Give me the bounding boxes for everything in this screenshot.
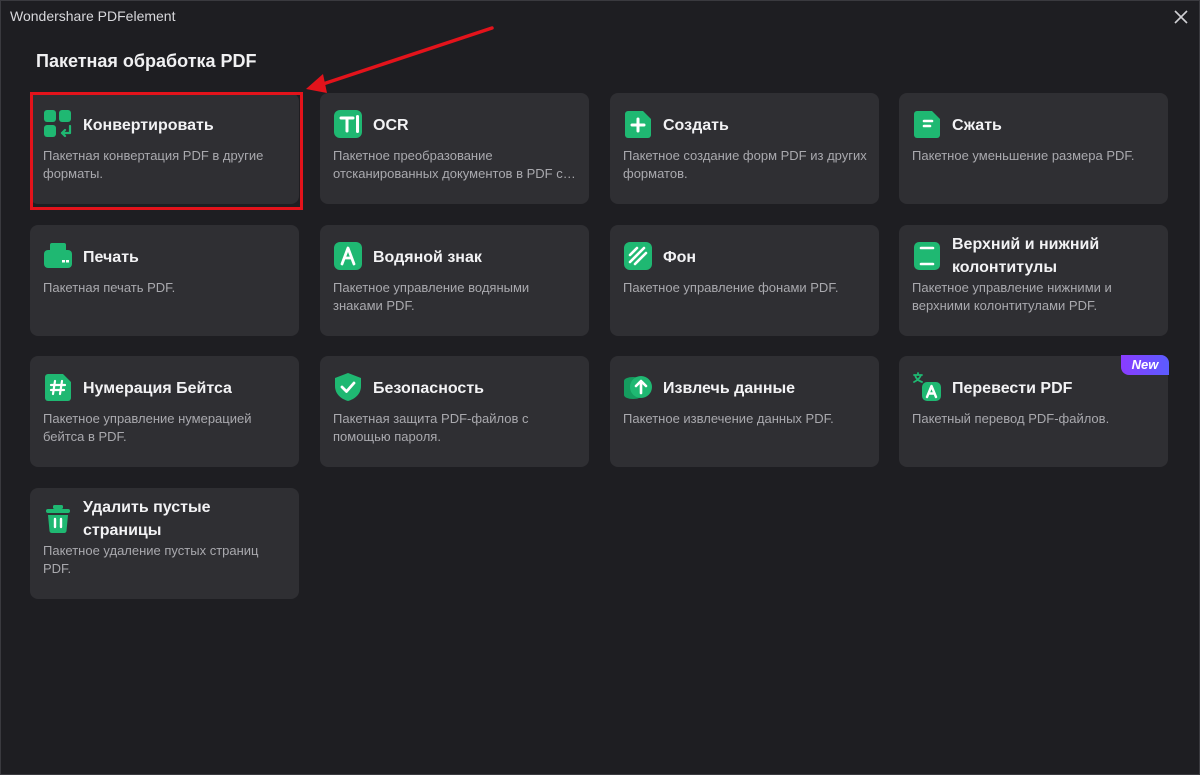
card-security[interactable]: Безопасность Пакетная защита PDF-файлов … — [320, 356, 589, 467]
security-shield-icon — [333, 372, 363, 402]
card-title: Создать — [663, 117, 729, 134]
page-title: Пакетная обработка PDF — [36, 51, 257, 71]
card-header-footer[interactable]: Верхний и нижний колонтитулы Пакетное уп… — [899, 225, 1168, 336]
background-icon — [623, 241, 653, 271]
card-description: Пакетная печать PDF. — [43, 280, 176, 295]
card-title: Перевести PDF — [952, 380, 1073, 397]
card-description: Пакетное преобразование отсканированных … — [333, 148, 563, 181]
card-title: Конвертировать — [83, 117, 214, 134]
card-description: Пакетное управление нижними и верхними к… — [912, 280, 1112, 313]
extract-data-icon — [623, 372, 653, 402]
card-description: Пакетное уменьшение размера PDF. — [912, 148, 1135, 163]
card-title: Водяной знак — [373, 249, 482, 266]
card-title: Печать — [83, 249, 139, 266]
card-title: Удалить пустые страницы — [83, 499, 211, 539]
card-title: Извлечь данные — [663, 380, 796, 397]
card-watermark[interactable]: Водяной знак Пакетное управление водяным… — [320, 225, 589, 336]
card-description: Пакетное управление водяными знаками PDF… — [333, 280, 530, 313]
translate-icon — [912, 372, 942, 402]
batch-process-window: Wondershare PDFelement Пакетная обработк… — [0, 0, 1200, 775]
bates-number-icon — [43, 372, 73, 402]
card-description: Пакетное управление нумерацией бейтса в … — [43, 411, 252, 444]
card-title: Нумерация Бейтса — [83, 380, 232, 397]
card-ocr[interactable]: OCR Пакетное преобразование отсканирован… — [320, 93, 589, 204]
card-convert[interactable]: Конвертировать Пакетная конвертация PDF … — [30, 93, 299, 204]
app-title: Wondershare PDFelement — [10, 8, 176, 24]
title-bar: Wondershare PDFelement — [1, 1, 1199, 33]
card-title: Безопасность — [373, 380, 484, 397]
card-title: Верхний и нижний колонтитулы — [952, 236, 1100, 276]
card-compress[interactable]: Сжать Пакетное уменьшение размера PDF. — [899, 93, 1168, 204]
card-description: Пакетный перевод PDF-файлов. — [912, 411, 1110, 426]
card-title: Фон — [663, 249, 697, 266]
create-icon — [623, 109, 653, 139]
watermark-icon — [333, 241, 363, 271]
card-create[interactable]: Создать Пакетное создание форм PDF из др… — [610, 93, 879, 204]
card-title: OCR — [373, 117, 409, 134]
card-translate-pdf[interactable]: Перевести PDF Пакетный перевод PDF-файло… — [899, 355, 1169, 467]
trash-icon — [43, 504, 73, 534]
new-badge: New — [1121, 355, 1169, 375]
close-icon — [1174, 10, 1188, 24]
print-icon — [43, 241, 73, 271]
convert-icon — [43, 109, 73, 139]
card-description: Пакетное извлечение данных PDF. — [623, 411, 834, 426]
card-description: Пакетное создание форм PDF из других фор… — [623, 148, 867, 181]
ocr-icon — [333, 109, 363, 139]
card-description: Пакетное удаление пустых страниц PDF. — [43, 543, 259, 576]
header-footer-icon — [912, 241, 942, 271]
card-delete-blank-pages[interactable]: Удалить пустые страницы Пакетное удалени… — [30, 488, 299, 599]
compress-icon — [912, 109, 942, 139]
close-button[interactable] — [1171, 7, 1191, 27]
card-print[interactable]: Печать Пакетная печать PDF. — [30, 225, 299, 336]
card-description: Пакетное управление фонами PDF. — [623, 280, 839, 295]
card-bates-numbering[interactable]: Нумерация Бейтса Пакетное управление нум… — [30, 356, 299, 467]
card-extract-data[interactable]: Извлечь данные Пакетное извлечение данны… — [610, 356, 879, 467]
card-description: Пакетная конвертация PDF в другие формат… — [43, 148, 264, 181]
card-background[interactable]: Фон Пакетное управление фонами PDF. — [610, 225, 879, 336]
card-title: Сжать — [952, 117, 1002, 134]
card-description: Пакетная защита PDF-файлов с помощью пар… — [333, 411, 529, 444]
